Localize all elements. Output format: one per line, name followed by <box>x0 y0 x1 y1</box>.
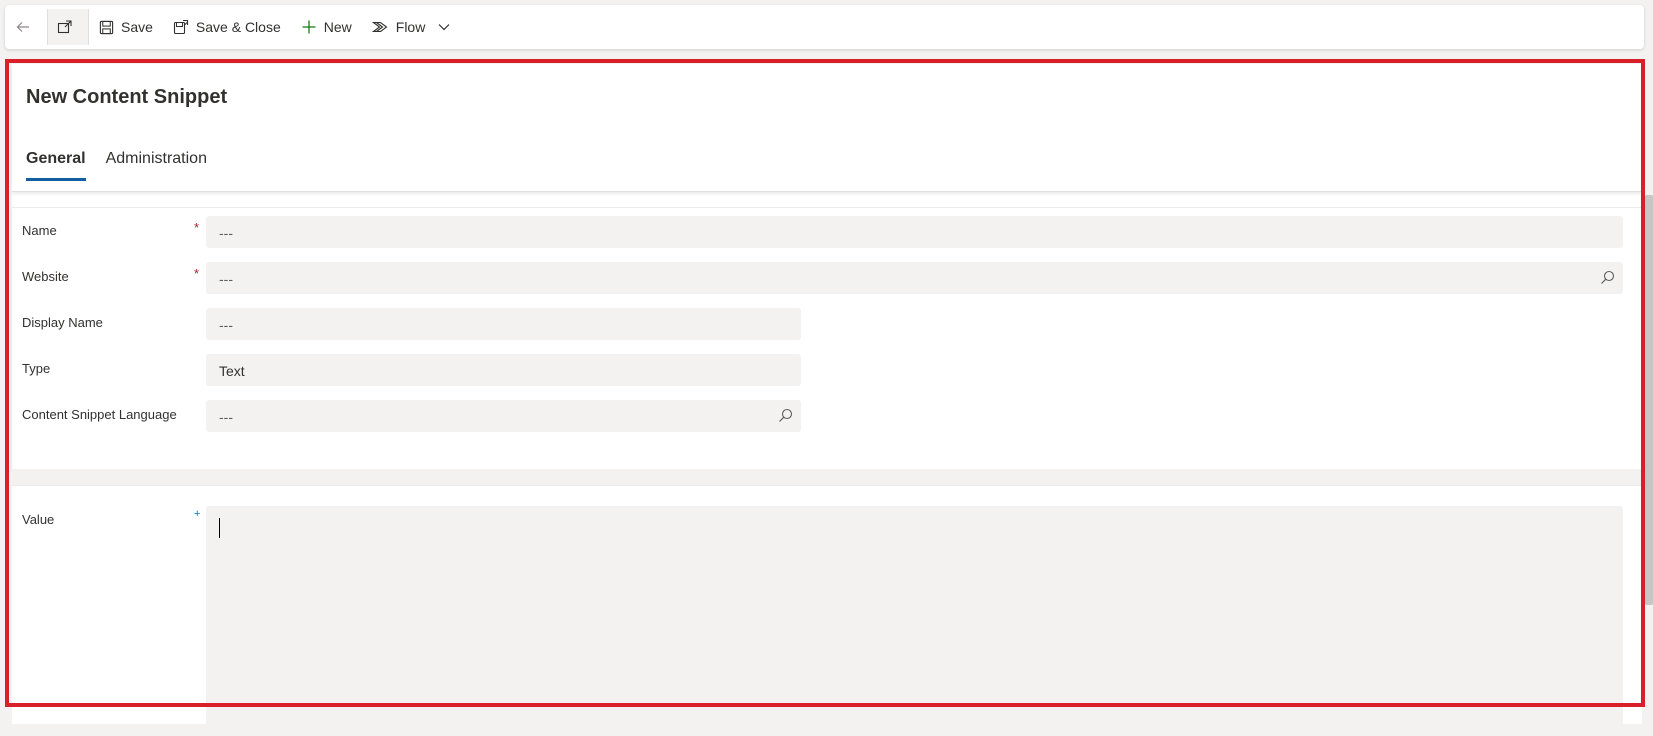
language-value: --- <box>219 409 233 425</box>
flow-icon <box>371 21 388 33</box>
name-row: Name * --- <box>12 216 1642 248</box>
type-label: Type <box>22 361 51 376</box>
display-name-value: --- <box>219 317 233 333</box>
save-and-close-button[interactable]: Save & Close <box>163 5 291 49</box>
save-and-close-label: Save & Close <box>195 19 281 35</box>
flow-label: Flow <box>395 19 426 35</box>
website-row: Website * --- <box>12 262 1642 294</box>
command-bar: Save Save & Close New Flow <box>5 5 1644 49</box>
website-lookup[interactable]: --- <box>206 262 1623 294</box>
vertical-scrollbar[interactable] <box>1645 195 1653 605</box>
section-divider <box>12 469 1642 485</box>
website-label: Website <box>22 269 69 284</box>
open-in-new-window-icon <box>57 20 72 34</box>
display-name-label: Display Name <box>22 315 103 330</box>
save-label: Save <box>121 19 153 35</box>
search-icon[interactable] <box>1600 270 1615 285</box>
recommended-indicator: + <box>194 508 201 520</box>
value-section: Value + <box>12 485 1642 736</box>
display-name-input[interactable]: --- <box>206 308 801 340</box>
type-value: Text <box>219 363 245 379</box>
value-textarea[interactable] <box>206 506 1623 736</box>
type-row: Type Text <box>12 354 1642 386</box>
name-label: Name <box>22 223 57 238</box>
save-button[interactable]: Save <box>89 5 163 49</box>
general-section: Name * --- Website * --- Display Name --… <box>12 207 1642 469</box>
name-value: --- <box>219 225 233 241</box>
required-indicator: * <box>194 220 200 235</box>
open-in-new-window-button[interactable] <box>47 9 89 45</box>
value-label: Value <box>22 512 55 527</box>
form-container: New Content Snippet General Administrati… <box>12 64 1642 736</box>
tab-general[interactable]: General <box>26 150 86 181</box>
language-label: Content Snippet Language <box>22 407 177 422</box>
page-title: New Content Snippet <box>26 86 228 108</box>
back-button[interactable] <box>5 5 47 49</box>
back-arrow-icon <box>16 22 29 32</box>
text-caret <box>219 518 220 538</box>
website-value: --- <box>219 271 233 287</box>
new-button[interactable]: New <box>291 5 362 49</box>
tab-list: General Administration <box>26 150 227 181</box>
flow-dropdown-button[interactable] <box>435 5 464 49</box>
language-row: Content Snippet Language --- <box>12 400 1642 432</box>
plus-icon <box>302 20 316 34</box>
save-icon <box>99 20 114 34</box>
name-input[interactable]: --- <box>206 216 1623 248</box>
chevron-down-icon <box>438 24 450 31</box>
required-indicator: * <box>194 266 200 281</box>
save-and-close-icon <box>173 19 188 35</box>
form-header: New Content Snippet General Administrati… <box>12 64 1642 192</box>
search-icon[interactable] <box>778 408 793 423</box>
type-select[interactable]: Text <box>206 354 801 386</box>
flow-button[interactable]: Flow <box>362 5 436 49</box>
language-lookup[interactable]: --- <box>206 400 801 432</box>
new-label: New <box>323 19 352 35</box>
tab-administration[interactable]: Administration <box>106 150 207 181</box>
display-name-row: Display Name --- <box>12 308 1642 340</box>
